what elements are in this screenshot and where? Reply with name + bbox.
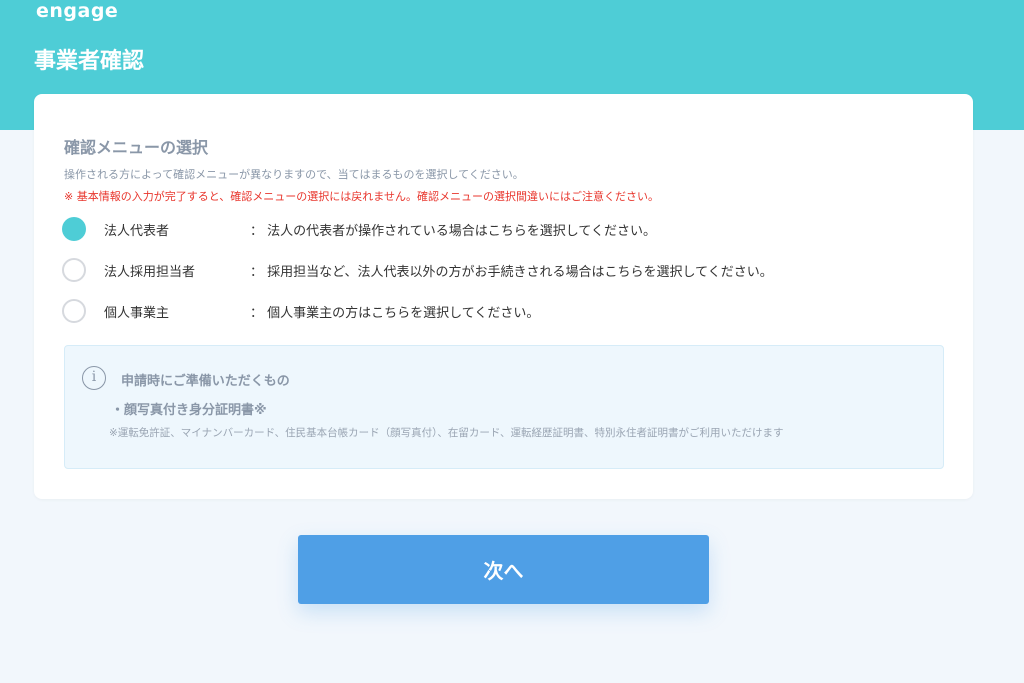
option-description: ： 法人の代表者が操作されている場合はこちらを選択してください。: [250, 224, 656, 239]
next-button[interactable]: 次へ: [298, 535, 709, 604]
info-icon: i: [82, 366, 106, 390]
option-sole-proprietor[interactable]: 個人事業主 ： 個人事業主の方はこちらを選択してください。: [62, 298, 922, 324]
option-label: 法人代表者: [104, 224, 170, 239]
option-corporate-recruiter[interactable]: 法人採用担当者 ： 採用担当など、法人代表以外の方がお手続きされる場合はこちらを…: [62, 257, 922, 283]
page-title: 事業者確認: [34, 49, 145, 74]
required-documents-box: i 申請時にご準備いただくもの ・顔写真付き身分証明書※ ※運転免許証、マイナン…: [64, 345, 944, 469]
option-corporate-representative[interactable]: 法人代表者 ： 法人の代表者が操作されている場合はこちらを選択してください。: [62, 216, 922, 242]
confirmation-card: 確認メニューの選択 操作される方によって確認メニューが異なりますので、当てはまる…: [34, 94, 973, 499]
option-description: ： 個人事業主の方はこちらを選択してください。: [250, 306, 540, 321]
selection-warning: ※ 基本情報の入力が完了すると、確認メニューの選択には戻れません。確認メニューの…: [64, 190, 659, 203]
info-note: ※運転免許証、マイナンバーカード、住民基本台帳カード（顔写真付）、在留カード、運…: [109, 427, 784, 439]
info-title: 申請時にご準備いただくもの: [121, 374, 290, 389]
section-title: 確認メニューの選択: [64, 138, 209, 157]
radio-corporate-recruiter[interactable]: [62, 258, 86, 282]
info-item: ・顔写真付き身分証明書※: [111, 403, 267, 418]
radio-sole-proprietor[interactable]: [62, 299, 86, 323]
option-label: 法人採用担当者: [104, 265, 196, 280]
option-description: ： 採用担当など、法人代表以外の方がお手続きされる場合はこちらを選択してください…: [250, 265, 773, 280]
radio-corporate-representative[interactable]: [62, 217, 86, 241]
option-label: 個人事業主: [104, 306, 170, 321]
selection-description: 操作される方によって確認メニューが異なりますので、当てはまるものを選択してくださ…: [64, 168, 524, 181]
engage-logo: engage: [36, 0, 119, 22]
